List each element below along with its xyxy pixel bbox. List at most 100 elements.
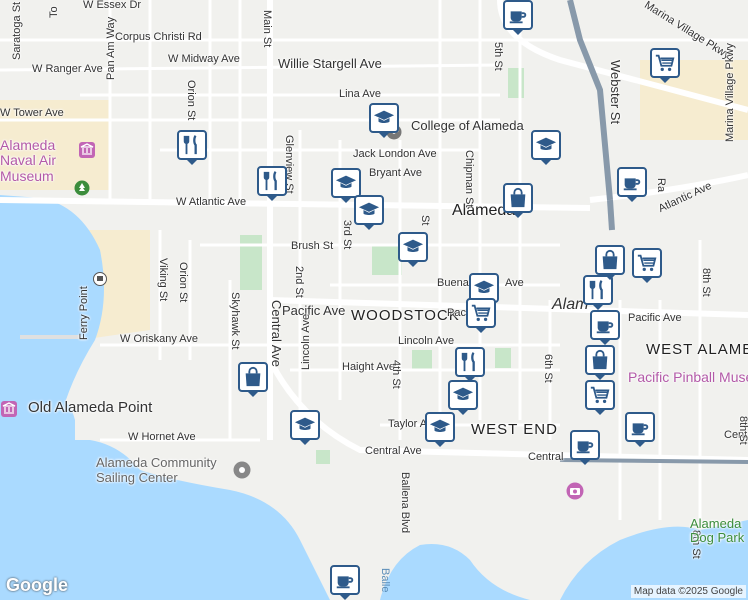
street-label: Ferry Point xyxy=(78,286,90,340)
poi-old-alameda-point[interactable]: Old Alameda Point xyxy=(28,400,152,415)
street-label: Buena xyxy=(437,277,469,289)
street-label: Lina Ave xyxy=(339,88,382,100)
poi-sailing-center[interactable]: Alameda Community Sailing Center xyxy=(96,455,226,486)
map-marker-cart[interactable] xyxy=(650,48,680,83)
street-label: W Hornet Ave xyxy=(128,431,196,443)
street-label: Orion St xyxy=(185,80,197,121)
street-label: Central xyxy=(528,451,564,463)
street-label: Saratoga St xyxy=(11,1,23,60)
map-marker-bag[interactable] xyxy=(238,362,268,397)
street-label: Webster St xyxy=(608,60,623,125)
street-label: 3rd St xyxy=(341,220,353,250)
street-label: Ra xyxy=(655,178,667,193)
fork-knife-icon xyxy=(183,135,197,155)
map-marker-school[interactable] xyxy=(425,412,455,447)
shopping-bag-icon xyxy=(592,349,608,370)
map-marker-restaurant[interactable] xyxy=(455,347,485,382)
street-label: Pan Am Way xyxy=(105,16,117,80)
street-label: Haight Ave xyxy=(342,361,396,373)
map-marker-coffee[interactable] xyxy=(625,412,655,447)
map-marker-coffee[interactable] xyxy=(590,310,620,345)
map-marker-school[interactable] xyxy=(448,380,478,415)
graduation-cap-icon xyxy=(335,175,357,189)
neighborhood-label: WEST END xyxy=(471,421,558,438)
street-label: 4th St xyxy=(390,360,402,389)
street-label: 6th St xyxy=(542,354,554,383)
street-label: Pac xyxy=(447,307,466,319)
map-canvas[interactable]: To W Essex Dr Saratoga St Pan Am Way Cor… xyxy=(0,0,748,600)
shopping-bag-icon xyxy=(245,366,261,387)
map-marker-bag[interactable] xyxy=(585,345,615,380)
map-marker-coffee[interactable] xyxy=(617,167,647,202)
map-marker-cart[interactable] xyxy=(585,380,615,415)
shopping-bag-icon xyxy=(602,249,618,270)
map-marker-coffee[interactable] xyxy=(503,0,533,35)
street-label: St xyxy=(419,215,431,226)
street-label: Corpus Christi Rd xyxy=(115,31,202,43)
coffee-icon xyxy=(631,423,649,436)
street-label: Skyhawk St xyxy=(229,292,241,350)
poi-pinball-museum[interactable]: Pacific Pinball Muse xyxy=(628,370,748,384)
street-label: W Midway Ave xyxy=(168,53,240,65)
street-label: Main St xyxy=(261,10,273,48)
map-marker-restaurant[interactable] xyxy=(177,130,207,165)
street-label: 8th St xyxy=(737,416,748,445)
graduation-cap-icon xyxy=(294,417,316,431)
map-marker-school[interactable] xyxy=(531,130,561,165)
street-label: 8th St xyxy=(700,268,712,297)
graduation-cap-icon xyxy=(429,419,451,433)
cart-icon xyxy=(655,54,675,72)
water-label: Balle xyxy=(379,568,391,593)
museum-icon xyxy=(79,142,95,158)
neighborhood-label: WEST ALAMEDA xyxy=(646,341,748,358)
graduation-cap-icon xyxy=(358,202,380,216)
map-marker-school[interactable] xyxy=(369,103,399,138)
map-marker-school[interactable] xyxy=(398,232,428,267)
street-label: Orion St xyxy=(177,262,189,303)
map-marker-school[interactable] xyxy=(354,195,384,230)
map-marker-bag[interactable] xyxy=(595,245,625,280)
cart-icon xyxy=(637,254,657,272)
map-marker-school[interactable] xyxy=(290,410,320,445)
map-marker-restaurant[interactable] xyxy=(257,166,287,201)
poi-dog-park[interactable]: Alameda Dog Park xyxy=(690,516,748,546)
map-marker-coffee[interactable] xyxy=(330,565,360,600)
map-marker-cart[interactable] xyxy=(632,248,662,283)
cart-icon xyxy=(590,386,610,404)
map-attribution[interactable]: Map data ©2025 Google xyxy=(630,585,746,598)
map-marker-coffee[interactable] xyxy=(570,430,600,465)
street-label: Willie Stargell Ave xyxy=(278,56,382,71)
college-label: College of Alameda xyxy=(411,118,524,133)
street-label: W Oriskany Ave xyxy=(120,333,199,345)
street-label: W Atlantic Ave xyxy=(176,196,247,208)
coffee-icon xyxy=(623,178,641,191)
graduation-cap-icon xyxy=(473,280,495,294)
place-icon xyxy=(233,461,251,479)
poi-naval-air-museum[interactable]: Alameda Naval Air Museum xyxy=(0,137,80,184)
street-label: Lincoln Ave xyxy=(398,335,455,347)
map-marker-cart[interactable] xyxy=(466,298,496,333)
park-tree-icon xyxy=(74,180,90,196)
fork-knife-icon xyxy=(263,171,277,191)
graduation-cap-icon xyxy=(452,387,474,401)
coffee-icon xyxy=(576,441,594,454)
ferry-terminal-icon xyxy=(93,272,107,286)
street-label: Central Ave xyxy=(365,445,422,457)
street-label: Marina Village Pkwy xyxy=(724,43,736,142)
street-label: Ave xyxy=(505,277,524,289)
coffee-icon xyxy=(509,11,527,24)
street-label: W Ranger Ave xyxy=(32,63,103,75)
neighborhood-label: WOODSTOCK xyxy=(351,307,460,324)
fork-knife-icon xyxy=(461,352,475,372)
google-logo: Google xyxy=(6,575,68,595)
street-label: W Essex Dr xyxy=(83,0,142,11)
map-marker-bag[interactable] xyxy=(503,183,533,218)
map-marker-school[interactable] xyxy=(331,168,361,203)
graduation-cap-icon xyxy=(535,137,557,151)
coffee-icon xyxy=(336,576,354,589)
shopping-bag-icon xyxy=(510,187,526,208)
street-label: Jack London Ave xyxy=(353,148,437,160)
street-label: Central Ave xyxy=(269,300,284,367)
street-label: To xyxy=(48,6,60,18)
fork-knife-icon xyxy=(589,280,603,300)
